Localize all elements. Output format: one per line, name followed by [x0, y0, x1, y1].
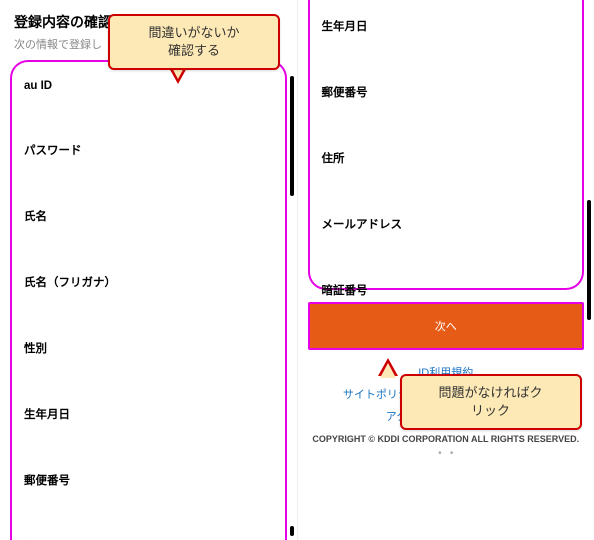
callout-text: 問題がなければク リック	[438, 385, 542, 418]
scrollbar[interactable]	[587, 200, 591, 320]
field-label: メールアドレス	[310, 202, 583, 246]
pager-dots-icon: • •	[298, 448, 594, 459]
callout-text: 間違いがないか 確認する	[148, 25, 239, 58]
scrollbar[interactable]	[290, 76, 294, 196]
field-label: 生年月日	[12, 392, 285, 436]
field-label: パスワード	[12, 128, 285, 172]
field-label: au ID	[12, 66, 285, 106]
confirm-fields-box-left: au ID パスワード 氏名 氏名（フリガナ） 性別 生年月日 郵便番号 住所	[10, 60, 287, 540]
copyright: COPYRIGHT © KDDI CORPORATION ALL RIGHTS …	[298, 434, 594, 444]
field-label: 住所	[310, 136, 583, 180]
field-label: 住所	[12, 524, 285, 540]
field-label: 氏名	[12, 194, 285, 238]
field-label: 郵便番号	[12, 458, 285, 502]
confirm-fields-box-right: 生年月日 郵便番号 住所 メールアドレス 暗証番号	[308, 0, 585, 290]
next-button[interactable]: 次へ	[308, 302, 585, 350]
callout-tail-icon	[378, 358, 398, 376]
field-label: 氏名（フリガナ）	[12, 260, 285, 304]
scrollbar[interactable]	[290, 526, 294, 536]
callout-click: 問題がなければク リック	[400, 374, 582, 430]
field-label: 郵便番号	[310, 70, 583, 114]
callout-confirm: 間違いがないか 確認する	[108, 14, 280, 70]
field-label: 生年月日	[310, 4, 583, 48]
field-label: 性別	[12, 326, 285, 370]
